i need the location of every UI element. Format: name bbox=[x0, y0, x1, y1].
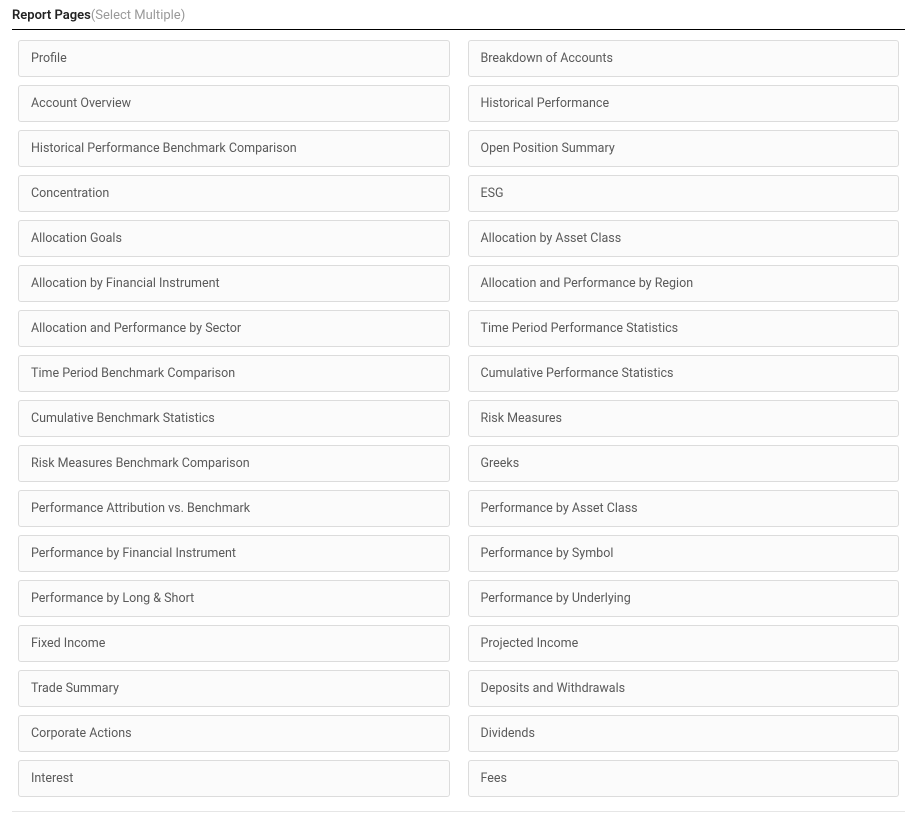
report-page-option[interactable]: Allocation and Performance by Region bbox=[468, 265, 900, 302]
report-page-option[interactable]: Profile bbox=[18, 40, 450, 77]
report-page-option[interactable]: Performance Attribution vs. Benchmark bbox=[18, 490, 450, 527]
report-page-option[interactable]: Trade Summary bbox=[18, 670, 450, 707]
report-page-option[interactable]: Concentration bbox=[18, 175, 450, 212]
report-page-option[interactable]: Performance by Underlying bbox=[468, 580, 900, 617]
report-page-option[interactable]: Corporate Actions bbox=[18, 715, 450, 752]
report-page-option[interactable]: Historical Performance Benchmark Compari… bbox=[18, 130, 450, 167]
report-page-option[interactable]: Interest bbox=[18, 760, 450, 797]
report-page-option[interactable]: Fees bbox=[468, 760, 900, 797]
section-header: Report Pages(Select Multiple) bbox=[12, 8, 905, 30]
report-page-option[interactable]: Allocation Goals bbox=[18, 220, 450, 257]
report-page-option[interactable]: Historical Performance bbox=[468, 85, 900, 122]
section-hint: (Select Multiple) bbox=[91, 8, 185, 23]
report-page-option[interactable]: Account Overview bbox=[18, 85, 450, 122]
report-page-option[interactable]: Projected Income bbox=[468, 625, 900, 662]
report-page-option[interactable]: Greeks bbox=[468, 445, 900, 482]
report-page-option[interactable]: Allocation by Financial Instrument bbox=[18, 265, 450, 302]
report-page-option[interactable]: ESG bbox=[468, 175, 900, 212]
report-page-option[interactable]: Performance by Asset Class bbox=[468, 490, 900, 527]
report-page-option[interactable]: Cumulative Benchmark Statistics bbox=[18, 400, 450, 437]
report-page-option[interactable]: Risk Measures Benchmark Comparison bbox=[18, 445, 450, 482]
report-page-option[interactable]: Deposits and Withdrawals bbox=[468, 670, 900, 707]
report-page-option[interactable]: Dividends bbox=[468, 715, 900, 752]
report-page-option[interactable]: Time Period Benchmark Comparison bbox=[18, 355, 450, 392]
report-page-option[interactable]: Fixed Income bbox=[18, 625, 450, 662]
report-page-option[interactable]: Allocation and Performance by Sector bbox=[18, 310, 450, 347]
report-page-option[interactable]: Cumulative Performance Statistics bbox=[468, 355, 900, 392]
report-page-option[interactable]: Breakdown of Accounts bbox=[468, 40, 900, 77]
report-page-option[interactable]: Performance by Symbol bbox=[468, 535, 900, 572]
report-page-option[interactable]: Performance by Long & Short bbox=[18, 580, 450, 617]
report-page-option[interactable]: Time Period Performance Statistics bbox=[468, 310, 900, 347]
report-page-option[interactable]: Performance by Financial Instrument bbox=[18, 535, 450, 572]
report-pages-grid: Profile Breakdown of Accounts Account Ov… bbox=[12, 40, 905, 812]
report-page-option[interactable]: Open Position Summary bbox=[468, 130, 900, 167]
report-page-option[interactable]: Allocation by Asset Class bbox=[468, 220, 900, 257]
report-page-option[interactable]: Risk Measures bbox=[468, 400, 900, 437]
section-title: Report Pages bbox=[12, 8, 91, 23]
